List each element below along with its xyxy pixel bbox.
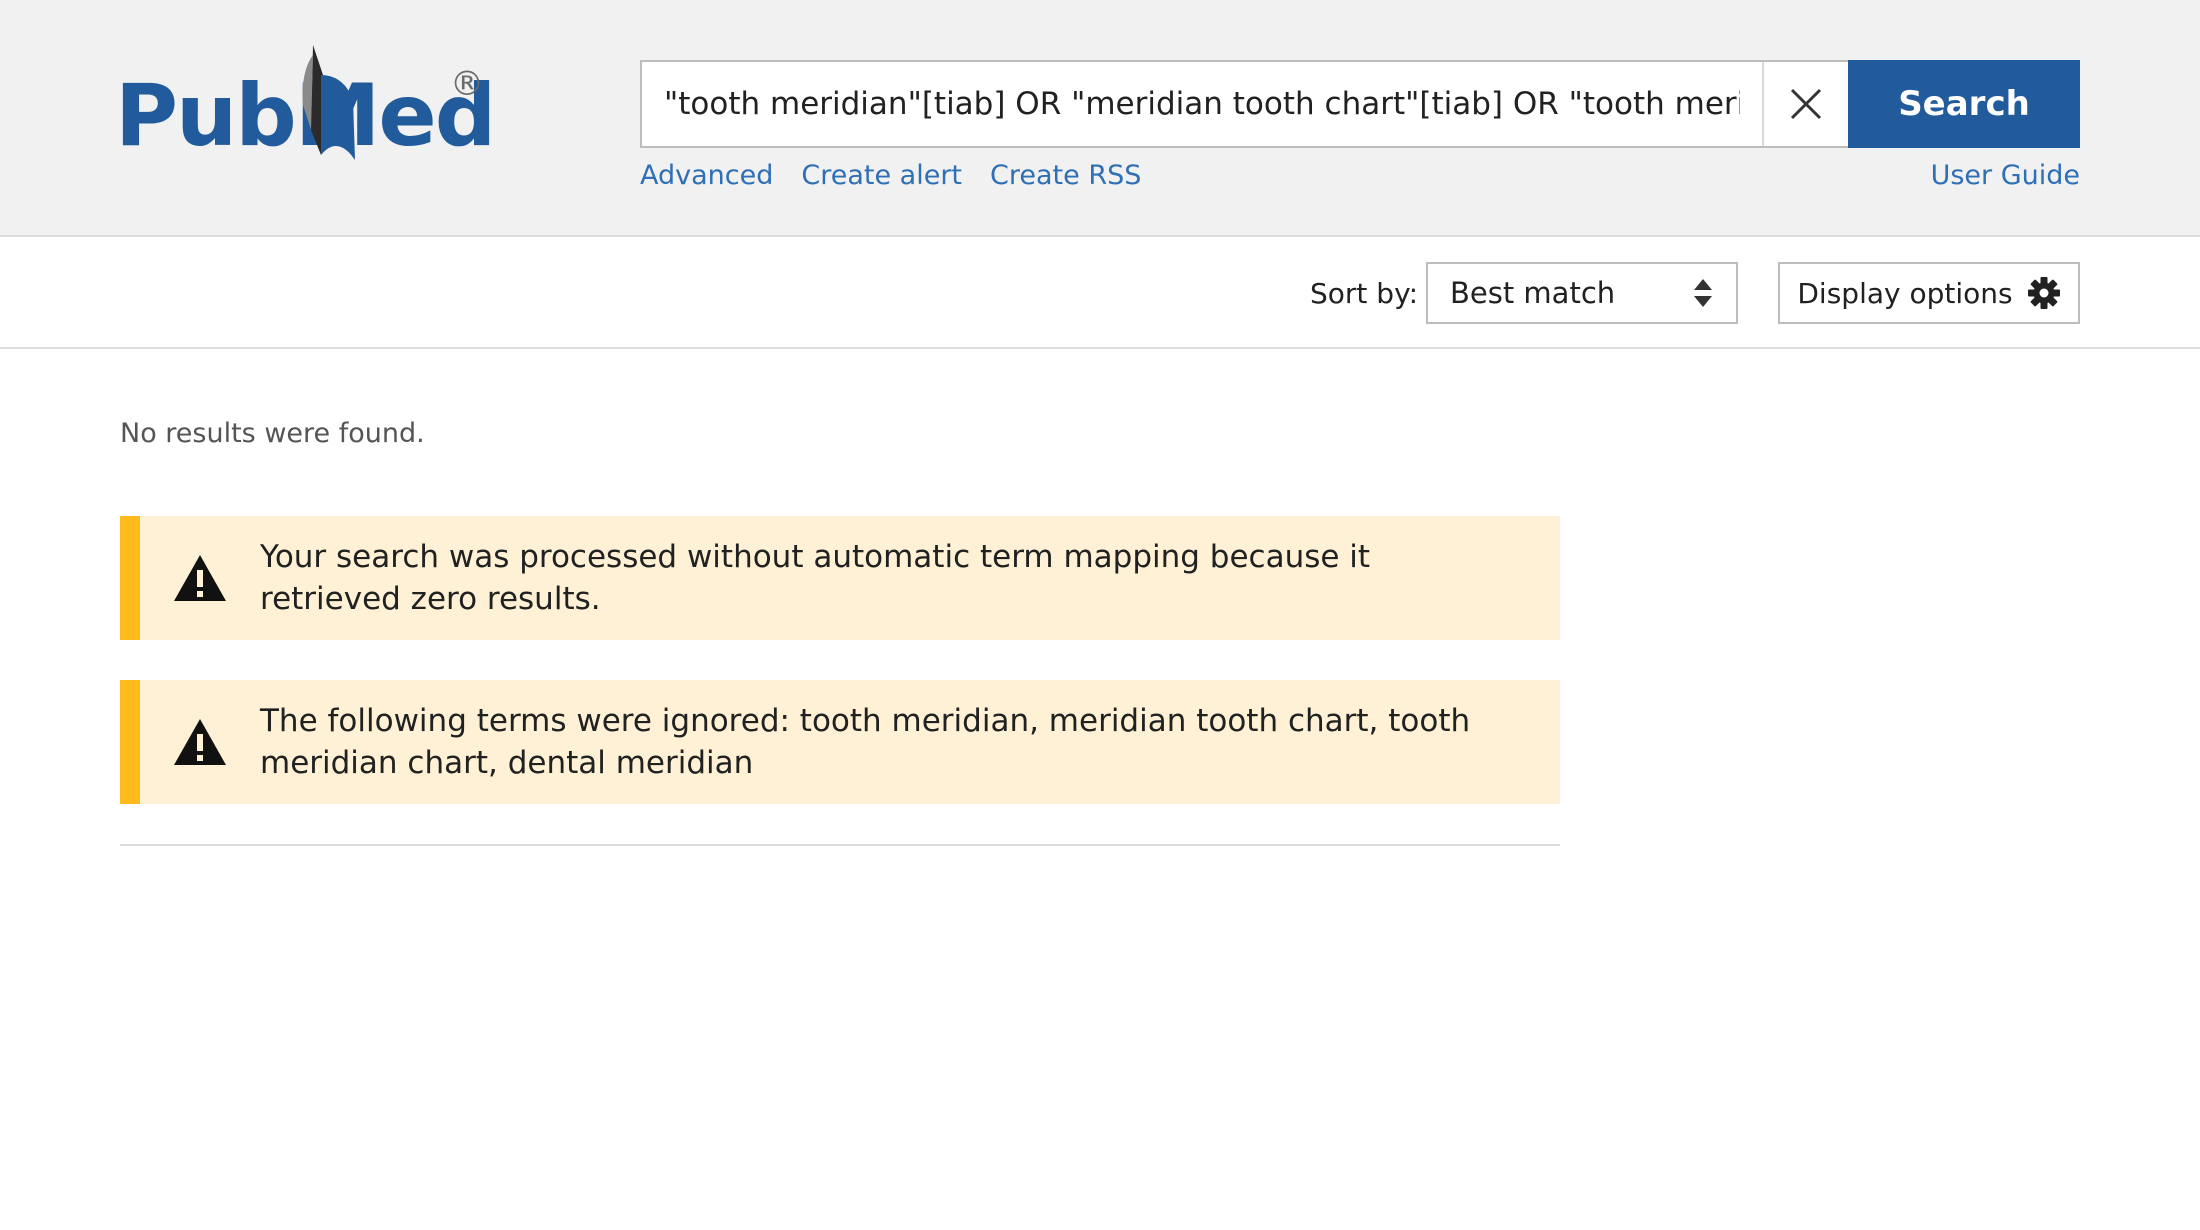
warning-icon xyxy=(174,555,226,601)
registered-mark: ® xyxy=(450,64,484,104)
sort-arrows-icon xyxy=(1694,279,1712,307)
no-results-message: No results were found. xyxy=(120,418,425,449)
open-book-icon xyxy=(302,45,355,160)
create-alert-link[interactable]: Create alert xyxy=(801,160,962,191)
sort-label: Sort by: xyxy=(1310,277,1419,310)
content-divider xyxy=(120,844,1560,846)
search-button[interactable]: Search xyxy=(1848,60,2080,148)
advanced-link[interactable]: Advanced xyxy=(640,160,773,191)
alert-text: The following terms were ignored: tooth … xyxy=(260,703,1471,781)
search-input[interactable] xyxy=(642,62,1762,146)
close-icon xyxy=(1790,88,1822,120)
warning-icon xyxy=(174,719,226,765)
search-links: Advanced Create alert Create RSS xyxy=(640,160,1141,191)
alert-term-mapping: Your search was processed without automa… xyxy=(120,516,1560,640)
search-box xyxy=(640,60,1848,148)
sort-select[interactable]: Best match xyxy=(1426,262,1738,324)
clear-search-button[interactable] xyxy=(1762,62,1848,146)
display-options-label: Display options xyxy=(1797,276,2013,310)
gear-icon xyxy=(2027,277,2060,309)
sort-value: Best match xyxy=(1450,276,1616,310)
display-options-button[interactable]: Display options xyxy=(1778,262,2080,324)
page-header: PubMed ® Search Advanced Create alert Cr… xyxy=(0,0,2200,237)
pubmed-logo[interactable]: PubMed ® xyxy=(115,45,496,180)
create-rss-link[interactable]: Create RSS xyxy=(990,160,1141,191)
user-guide-link[interactable]: User Guide xyxy=(1931,160,2080,191)
results-toolbar: Sort by: Best match Display options xyxy=(0,237,2200,349)
alert-ignored-terms: The following terms were ignored: tooth … xyxy=(120,680,1560,804)
alert-text: Your search was processed without automa… xyxy=(260,539,1371,617)
